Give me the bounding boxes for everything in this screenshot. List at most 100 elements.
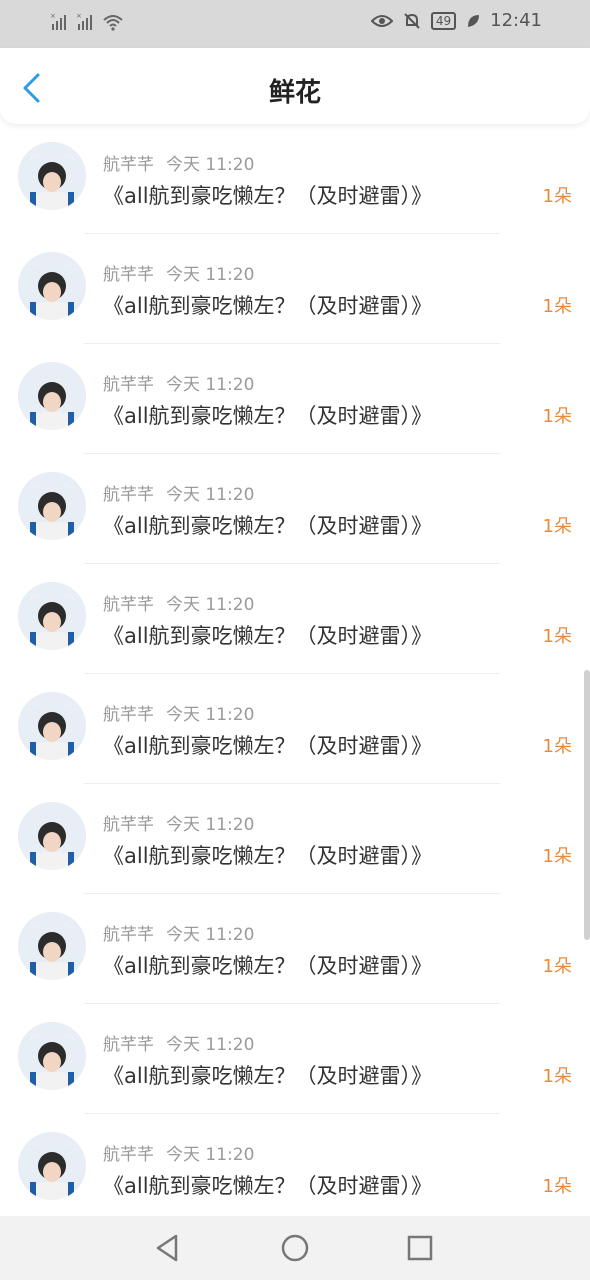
timestamp: 今天 11:20 xyxy=(166,155,255,175)
list-item[interactable]: 航芊芊 今天 11:20 《all航到豪吃懒左？（及时避雷）》 1朵 xyxy=(0,344,590,454)
user-name: 航芊芊 xyxy=(103,1035,154,1055)
page-title: 鲜花 xyxy=(268,78,321,108)
avatar-image xyxy=(18,1022,86,1090)
list-item[interactable]: 航芊芊 今天 11:20 《all航到豪吃懒左？（及时避雷）》 1朵 xyxy=(0,1004,590,1114)
timestamp: 今天 11:20 xyxy=(166,485,255,505)
flower-count: 1朵 xyxy=(542,516,572,537)
avatar-image xyxy=(18,1132,86,1200)
back-triangle-icon[interactable] xyxy=(152,1232,184,1264)
list-item[interactable]: 航芊芊 今天 11:20 《all航到豪吃懒左？（及时避雷）》 1朵 xyxy=(0,784,590,894)
work-title[interactable]: 《all航到豪吃懒左？（及时避雷）》 xyxy=(103,180,432,210)
nav-header: 鲜花 xyxy=(0,48,590,124)
row-meta: 航芊芊 今天 11:20 xyxy=(103,1030,254,1055)
timestamp: 今天 11:20 xyxy=(166,375,255,395)
user-name: 航芊芊 xyxy=(103,925,154,945)
svg-text:×: × xyxy=(76,12,82,20)
timestamp: 今天 11:20 xyxy=(166,815,255,835)
work-title[interactable]: 《all航到豪吃懒左？（及时避雷）》 xyxy=(103,510,432,540)
svg-text:×: × xyxy=(50,12,56,20)
user-name: 航芊芊 xyxy=(103,595,154,615)
work-title[interactable]: 《all航到豪吃懒左？（及时避雷）》 xyxy=(103,1060,432,1090)
recents-square-icon[interactable] xyxy=(404,1232,436,1264)
avatar[interactable] xyxy=(18,802,86,870)
list-item[interactable]: 航芊芊 今天 11:20 《all航到豪吃懒左？（及时避雷）》 1朵 xyxy=(0,454,590,564)
wifi-icon xyxy=(103,15,123,31)
avatar[interactable] xyxy=(18,142,86,210)
row-meta: 航芊芊 今天 11:20 xyxy=(103,920,254,945)
work-title[interactable]: 《all航到豪吃懒左？（及时避雷）》 xyxy=(103,290,432,320)
avatar-image xyxy=(18,582,86,650)
user-name: 航芊芊 xyxy=(103,375,154,395)
row-meta: 航芊芊 今天 11:20 xyxy=(103,590,254,615)
battery-icon: 49 xyxy=(430,11,457,30)
work-title[interactable]: 《all航到豪吃懒左？（及时避雷）》 xyxy=(103,840,432,870)
avatar[interactable] xyxy=(18,362,86,430)
flower-count: 1朵 xyxy=(542,626,572,647)
avatar[interactable] xyxy=(18,692,86,760)
home-circle-icon[interactable] xyxy=(279,1232,311,1264)
user-name: 航芊芊 xyxy=(103,1145,154,1165)
work-title[interactable]: 《all航到豪吃懒左？（及时避雷）》 xyxy=(103,400,432,430)
row-meta: 航芊芊 今天 11:20 xyxy=(103,810,254,835)
flower-count: 1朵 xyxy=(542,406,572,427)
signal-icon: × xyxy=(50,12,66,30)
row-meta: 航芊芊 今天 11:20 xyxy=(103,700,254,725)
avatar[interactable] xyxy=(18,1022,86,1090)
leaf-icon xyxy=(468,14,480,27)
flower-list[interactable]: 航芊芊 今天 11:20 《all航到豪吃懒左？（及时避雷）》 1朵 航芊芊 今天 … xyxy=(0,124,590,1216)
avatar-image xyxy=(18,802,86,870)
user-name: 航芊芊 xyxy=(103,265,154,285)
row-meta: 航芊芊 今天 11:20 xyxy=(103,150,254,175)
avatar-image xyxy=(18,912,86,980)
flower-count: 1朵 xyxy=(542,296,572,317)
flower-count: 1朵 xyxy=(542,736,572,757)
user-name: 航芊芊 xyxy=(103,815,154,835)
avatar[interactable] xyxy=(18,252,86,320)
flower-count: 1朵 xyxy=(542,956,572,977)
timestamp: 今天 11:20 xyxy=(166,1035,255,1055)
row-meta: 航芊芊 今天 11:20 xyxy=(103,480,254,505)
list-item[interactable]: 航芊芊 今天 11:20 《all航到豪吃懒左？（及时避雷）》 1朵 xyxy=(0,894,590,1004)
flower-count: 1朵 xyxy=(542,186,572,207)
user-name: 航芊芊 xyxy=(103,155,154,175)
avatar[interactable] xyxy=(18,912,86,980)
avatar-image xyxy=(18,692,86,760)
avatar[interactable] xyxy=(18,1132,86,1200)
timestamp: 今天 11:20 xyxy=(166,925,255,945)
avatar[interactable] xyxy=(18,472,86,540)
list-item[interactable]: 航芊芊 今天 11:20 《all航到豪吃懒左？（及时避雷）》 1朵 xyxy=(0,564,590,674)
user-name: 航芊芊 xyxy=(103,705,154,725)
list-item[interactable]: 航芊芊 今天 11:20 《all航到豪吃懒左？（及时避雷）》 1朵 xyxy=(0,124,590,234)
row-meta: 航芊芊 今天 11:20 xyxy=(103,370,254,395)
avatar-image xyxy=(18,142,86,210)
timestamp: 今天 11:20 xyxy=(166,595,255,615)
timestamp: 今天 11:20 xyxy=(166,1145,255,1165)
status-left: × × xyxy=(50,12,124,32)
status-right: 49 12:41 xyxy=(370,10,542,31)
timestamp: 今天 11:20 xyxy=(166,705,255,725)
avatar-image xyxy=(18,362,86,430)
list-item[interactable]: 航芊芊 今天 11:20 《all航到豪吃懒左？（及时避雷）》 1朵 xyxy=(0,234,590,344)
scrollbar[interactable] xyxy=(584,670,590,940)
mute-bell-icon xyxy=(404,12,420,29)
avatar-image xyxy=(18,472,86,540)
status-bar: × × 49 12:41 xyxy=(0,0,590,48)
work-title[interactable]: 《all航到豪吃懒左？（及时避雷）》 xyxy=(103,1170,432,1200)
eye-icon xyxy=(370,14,393,27)
flower-count: 1朵 xyxy=(542,846,572,867)
row-meta: 航芊芊 今天 11:20 xyxy=(103,260,254,285)
flower-count: 1朵 xyxy=(542,1176,572,1197)
signal-icon: × xyxy=(76,12,92,30)
list-item[interactable]: 航芊芊 今天 11:20 《all航到豪吃懒左？（及时避雷）》 1朵 xyxy=(0,1114,590,1216)
list-item[interactable]: 航芊芊 今天 11:20 《all航到豪吃懒左？（及时避雷）》 1朵 xyxy=(0,674,590,784)
status-time: 12:41 xyxy=(490,10,542,31)
flower-count: 1朵 xyxy=(542,1066,572,1087)
work-title[interactable]: 《all航到豪吃懒左？（及时避雷）》 xyxy=(103,730,432,760)
work-title[interactable]: 《all航到豪吃懒左？（及时避雷）》 xyxy=(103,620,432,650)
row-meta: 航芊芊 今天 11:20 xyxy=(103,1140,254,1165)
system-navigation-bar xyxy=(0,1216,590,1280)
user-name: 航芊芊 xyxy=(103,485,154,505)
work-title[interactable]: 《all航到豪吃懒左？（及时避雷）》 xyxy=(103,950,432,980)
avatar[interactable] xyxy=(18,582,86,650)
timestamp: 今天 11:20 xyxy=(166,265,255,285)
